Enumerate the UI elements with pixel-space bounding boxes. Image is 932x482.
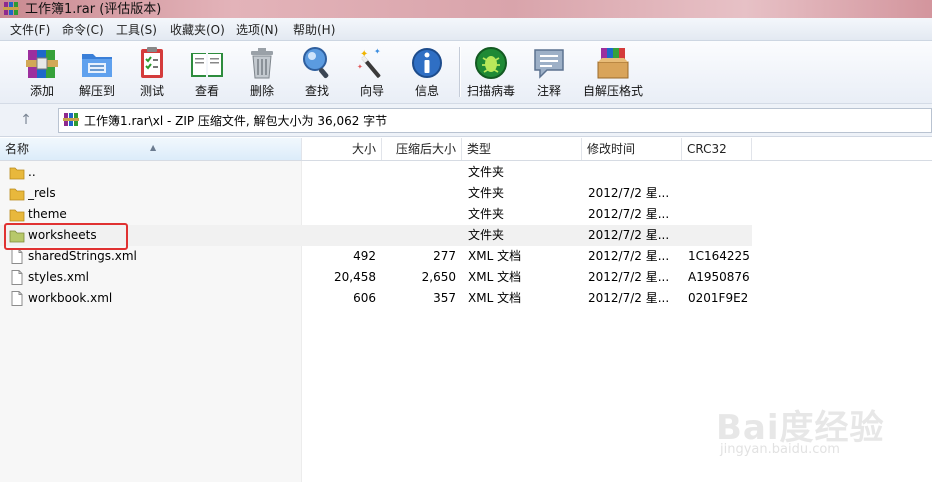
- extract-to-icon: [82, 54, 112, 77]
- list-header: 名称 ▲ 大小 压缩后大小 类型 修改时间 CRC32: [0, 138, 932, 161]
- row-modified: 2012/7/2 星...: [588, 270, 670, 284]
- column-modified-label: 修改时间: [587, 142, 636, 156]
- row-crc: 0201F9E2: [688, 291, 749, 305]
- folder-icon: [9, 209, 25, 222]
- highlight-annotation-box: [4, 223, 128, 250]
- info-icon: [412, 48, 442, 78]
- list-item[interactable]: workbook.xml 606 357 XML 文档 2012/7/2 星..…: [0, 288, 752, 309]
- view-book-icon: [191, 53, 223, 77]
- up-folder-button[interactable]: ↑: [6, 109, 46, 131]
- menu-favorites[interactable]: 收藏夹(O): [170, 21, 225, 38]
- row-name: ..: [28, 165, 36, 179]
- archive-icon: [63, 113, 79, 126]
- row-type: 文件夹: [468, 228, 505, 242]
- row-size: 492: [353, 249, 376, 263]
- delete-bin-icon: [251, 48, 273, 79]
- column-header-modified[interactable]: 修改时间: [582, 138, 682, 160]
- sfx-box-icon: [597, 48, 629, 79]
- winrar-app-icon: [3, 2, 19, 15]
- menu-help[interactable]: 帮助(H): [293, 21, 335, 38]
- column-size-label: 大小: [351, 142, 376, 156]
- svg-text:✦: ✦: [357, 63, 363, 71]
- column-type-label: 类型: [467, 142, 492, 156]
- menu-bar: 文件(F) 命令(C) 工具(S) 收藏夹(O) 选项(N) 帮助(H): [0, 18, 932, 41]
- column-header-crc[interactable]: CRC32: [682, 138, 752, 160]
- column-packed-label: 压缩后大小: [395, 142, 456, 156]
- toolbar: 添加 解压到 测试 查看 删除 查找 ✦ ✦ ✦ 向导 信息 扫描病毒 注释 自…: [0, 41, 932, 104]
- row-modified: 2012/7/2 星...: [588, 186, 670, 200]
- address-path-field[interactable]: 工作簿1.rar\xl - ZIP 压缩文件, 解包大小为 36,062 字节: [58, 108, 932, 133]
- document-file-icon: [11, 291, 23, 306]
- wizard-wand-icon: ✦ ✦ ✦: [357, 47, 381, 78]
- list-item[interactable]: .. 文件夹: [0, 162, 752, 183]
- row-size: 606: [353, 291, 376, 305]
- row-name: styles.xml: [28, 270, 89, 284]
- add-archive-icon: [26, 50, 58, 78]
- row-name: _rels: [28, 186, 56, 200]
- document-file-icon: [11, 249, 23, 264]
- list-item[interactable]: _rels 文件夹 2012/7/2 星...: [0, 183, 752, 204]
- row-packed: 277: [433, 249, 456, 263]
- document-file-icon: [11, 270, 23, 285]
- row-type: 文件夹: [468, 207, 505, 221]
- row-modified: 2012/7/2 星...: [588, 228, 670, 242]
- window-title: 工作簿1.rar (评估版本): [25, 2, 162, 17]
- menu-tools[interactable]: 工具(S): [116, 21, 157, 38]
- row-type: XML 文档: [468, 249, 522, 263]
- row-packed: 2,650: [421, 270, 456, 284]
- sfx-label: 自解压格式: [582, 84, 643, 98]
- list-item[interactable]: theme 文件夹 2012/7/2 星...: [0, 204, 752, 225]
- menu-options[interactable]: 选项(N): [236, 21, 278, 38]
- row-crc: 1C164225: [688, 249, 750, 263]
- svg-text:✦: ✦: [374, 47, 381, 56]
- comment-button[interactable]: 注释: [521, 41, 577, 103]
- row-type: XML 文档: [468, 270, 522, 284]
- row-modified: 2012/7/2 星...: [588, 249, 670, 263]
- info-button[interactable]: 信息: [399, 41, 455, 103]
- watermark-url: jingyan.baidu.com: [720, 442, 840, 457]
- column-crc-label: CRC32: [687, 142, 727, 156]
- column-header-name[interactable]: 名称 ▲: [0, 138, 302, 160]
- test-icon: [141, 47, 163, 78]
- column-header-packed[interactable]: 压缩后大小: [382, 138, 462, 160]
- folder-icon: [9, 188, 25, 201]
- row-name: theme: [28, 207, 67, 221]
- address-bar: ↑ 工作簿1.rar\xl - ZIP 压缩文件, 解包大小为 36,062 字…: [0, 104, 932, 137]
- menu-file[interactable]: 文件(F): [10, 21, 50, 38]
- sfx-button[interactable]: 自解压格式: [583, 41, 643, 103]
- svg-text:✦: ✦: [360, 49, 368, 60]
- row-size: 20,458: [334, 270, 376, 284]
- title-bar: 工作簿1.rar (评估版本): [0, 0, 932, 18]
- find-magnifier-icon: [303, 47, 329, 79]
- comment-icon: [534, 49, 564, 79]
- baidu-watermark: Bai度经验 jingyan.baidu.com: [712, 400, 932, 482]
- folder-icon: [9, 167, 25, 180]
- up-arrow-icon: ↑: [20, 112, 32, 128]
- column-header-type[interactable]: 类型: [462, 138, 582, 160]
- row-type: XML 文档: [468, 291, 522, 305]
- row-name: workbook.xml: [28, 291, 113, 305]
- address-path-text: 工作簿1.rar\xl - ZIP 压缩文件, 解包大小为 36,062 字节: [84, 114, 388, 128]
- row-type: 文件夹: [468, 186, 505, 200]
- menu-command[interactable]: 命令(C): [62, 21, 104, 38]
- row-packed: 357: [433, 291, 456, 305]
- row-modified: 2012/7/2 星...: [588, 291, 670, 305]
- row-type: 文件夹: [468, 165, 505, 179]
- scan-virus-icon: [475, 47, 507, 79]
- list-item[interactable]: styles.xml 20,458 2,650 XML 文档 2012/7/2 …: [0, 267, 752, 288]
- row-crc: A1950876: [688, 270, 750, 284]
- sort-ascending-icon: ▲: [150, 143, 157, 152]
- column-name-label: 名称: [5, 142, 30, 156]
- column-header-size[interactable]: 大小: [302, 138, 382, 160]
- row-modified: 2012/7/2 星...: [588, 207, 670, 221]
